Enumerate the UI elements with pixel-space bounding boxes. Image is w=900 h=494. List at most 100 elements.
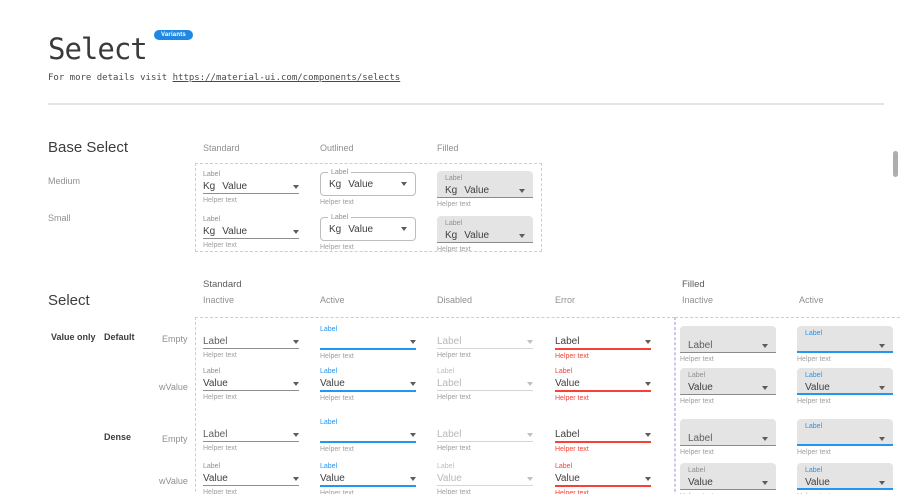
scrollbar-thumb[interactable] [893,151,898,177]
select-dense-standard-error-wvalue[interactable]: Label Value Helper text [555,462,651,494]
dropdown-arrow-icon [762,437,768,441]
underline [320,441,416,443]
field-label: Label [688,371,768,381]
select-dense-filled-active-empty[interactable]: Label Helper text [797,419,893,456]
field-label: Label [437,462,533,472]
select-dense-standard-inactive-empty[interactable]: Label Helper text [203,418,299,452]
dropdown-arrow-icon [410,382,416,386]
dropdown-arrow-icon [519,234,525,238]
select-dense-standard-error-empty[interactable]: Label Helper text [555,418,651,453]
base-select-filled-medium[interactable]: Label KgValue Helper text [437,171,533,208]
select-standard-active-empty[interactable]: Label Helper text [320,325,416,360]
column-header-standard: Standard [203,143,240,153]
select-dense-filled-inactive-empty[interactable]: Label Helper text [680,419,776,456]
adornment: Kg [445,185,457,196]
helper-text: Helper text [203,352,299,359]
filled-box: Label [797,419,893,446]
dropdown-arrow-icon [879,386,885,390]
underline [437,485,533,486]
adornment: Kg [329,179,341,190]
underline [555,485,651,487]
dropdown-arrow-icon [293,477,299,481]
field-value: Label [437,429,461,440]
select-filled-active-empty[interactable]: Label Helper text [797,326,893,363]
helper-text: Helper text [555,446,651,453]
dropdown-arrow-icon [293,382,299,386]
adornment: Kg [203,181,215,192]
helper-text: Helper text [555,353,651,360]
select-filled-inactive-wvalue[interactable]: Label Value Helper text [680,368,776,405]
field-label: Label [203,462,299,472]
field-value: Value [222,181,247,192]
select-standard-error-empty[interactable]: Label Helper text [555,325,651,360]
underline [555,390,651,392]
state-header-inactive: Inactive [203,295,234,305]
dropdown-arrow-icon [401,182,407,186]
base-select-standard-medium[interactable]: Label KgValue Helper text [203,170,299,204]
helper-text: Helper text [203,242,299,249]
row-label-empty: Empty [162,334,188,344]
select-standard-error-wvalue[interactable]: Label Value Helper text [555,367,651,402]
field-label: Label [805,329,885,339]
select-dense-standard-disabled-wvalue: Label Value Helper text [437,462,533,494]
select-filled-inactive-empty[interactable]: Label Helper text [680,326,776,363]
underline [555,348,651,350]
design-canvas: Select Variants For more details visit h… [0,0,900,494]
field-label: Label [555,367,651,377]
field-value: Value [222,226,247,237]
dropdown-arrow-icon [401,227,407,231]
dropdown-arrow-icon [527,382,533,386]
field-value: Value [555,473,580,484]
base-select-outlined-small[interactable]: Label KgValue Helper text [320,217,416,251]
base-select-filled-small[interactable]: Label KgValue Helper text [437,216,533,253]
variants-badge: Variants [154,30,193,40]
field-label: Label [555,462,651,472]
helper-text: Helper text [680,398,776,405]
select-dense-standard-inactive-wvalue[interactable]: Label Value Helper text [203,462,299,494]
field-value: Value [348,224,373,235]
field-label: Label [445,219,525,229]
helper-text: Helper text [320,446,416,453]
underline [555,441,651,443]
helper-text: Helper text [680,356,776,363]
field-label: Label [320,367,416,377]
base-select-outlined-medium[interactable]: Label KgValue Helper text [320,172,416,206]
dropdown-arrow-icon [527,340,533,344]
select-filled-active-wvalue[interactable]: Label Value Helper text [797,368,893,405]
filled-box: Label KgValue [437,171,533,198]
field-label: Label [328,213,351,222]
field-value: Value [805,382,830,393]
outlined-box: Label KgValue [320,172,416,196]
underline [203,390,299,391]
select-standard-inactive-wvalue[interactable]: Label Value Helper text [203,367,299,401]
helper-text: Helper text [555,395,651,402]
field-value: Label [437,378,461,389]
state-header-error: Error [555,295,575,305]
material-ui-link[interactable]: https://material-ui.com/components/selec… [173,73,401,83]
field-value: Value [464,185,489,196]
underline [437,441,533,442]
field-value: Value [320,378,345,389]
dropdown-arrow-icon [762,386,768,390]
select-standard-inactive-empty[interactable]: Label Helper text [203,325,299,359]
select-standard-active-wvalue[interactable]: Label Value Helper text [320,367,416,402]
select-dense-standard-active-wvalue[interactable]: Label Value Helper text [320,462,416,494]
select-dense-standard-active-empty[interactable]: Label Helper text [320,418,416,453]
filled-box: Label [797,326,893,353]
select-standard-disabled-wvalue: Label Label Helper text [437,367,533,401]
field-label: Label [320,325,416,335]
select-dense-filled-active-wvalue[interactable]: Label Value Helper text [797,463,893,494]
field-value: Value [203,378,228,389]
adornment: Kg [203,226,215,237]
filled-box: Label Value [797,463,893,490]
base-select-standard-small[interactable]: Label KgValue Helper text [203,215,299,249]
dropdown-arrow-icon [293,340,299,344]
field-value: Value [203,473,228,484]
state-header-filled-active: Active [799,295,824,305]
column-header-filled: Filled [437,143,459,153]
helper-text: Helper text [320,244,416,251]
helper-text: Helper text [555,490,651,494]
helper-text: Helper text [437,394,533,401]
select-dense-filled-inactive-wvalue[interactable]: Label Value Helper text [680,463,776,494]
dropdown-arrow-icon [645,340,651,344]
